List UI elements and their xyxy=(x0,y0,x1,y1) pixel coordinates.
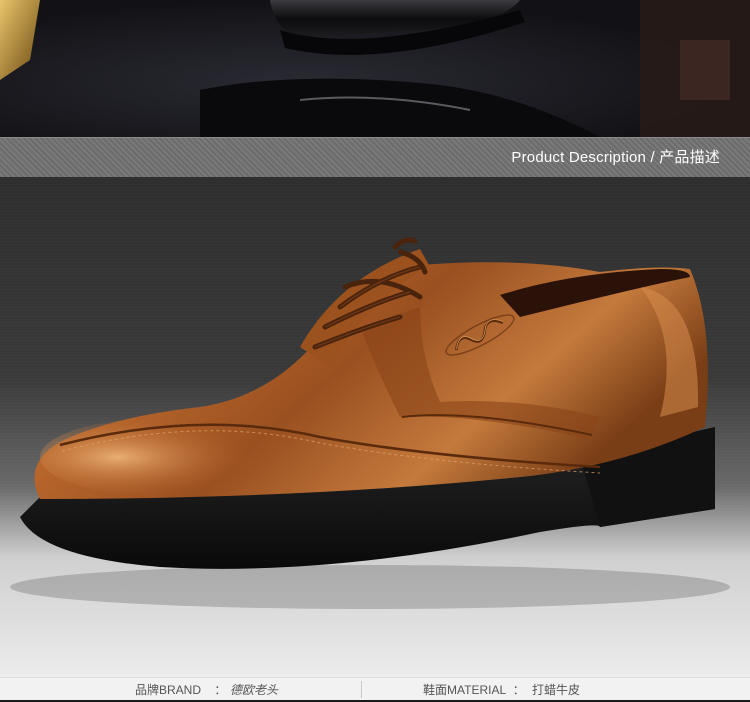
product-photo xyxy=(0,177,750,677)
section-banner: Product Description / 产品描述 xyxy=(0,137,750,179)
hero-background-frame xyxy=(680,40,730,100)
hero-image xyxy=(0,0,750,137)
hero-shoe-reflection xyxy=(200,78,600,137)
brand-value: 德欧老头 xyxy=(230,683,279,697)
toe-highlight xyxy=(40,417,300,497)
brand-label: 品牌BRAND ： xyxy=(135,683,227,697)
hero-shoe-closeup xyxy=(0,0,750,137)
hero-gold-object xyxy=(0,0,40,80)
shoe-shadow xyxy=(10,565,730,609)
material-label: 鞋面MATERIAL ： xyxy=(423,683,525,697)
banner-title: Product Description / 产品描述 xyxy=(511,149,720,166)
product-shoe xyxy=(10,237,730,609)
spec-strip: 品牌BRAND ： 德欧老头 鞋面MATERIAL ： 打蜡牛皮 xyxy=(0,677,750,700)
material-value: 打蜡牛皮 xyxy=(532,683,581,697)
spec-divider xyxy=(361,681,362,698)
